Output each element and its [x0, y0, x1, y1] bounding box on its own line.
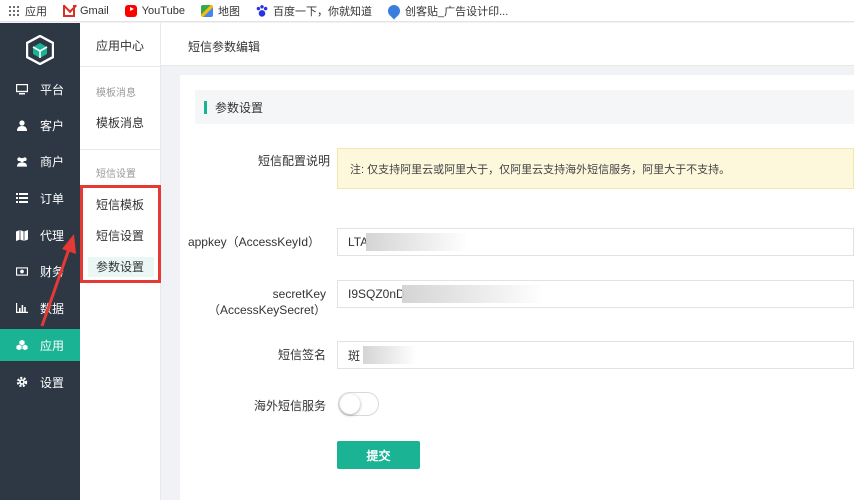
- list-icon: [16, 192, 28, 204]
- section-title: 参数设置: [215, 100, 264, 115]
- bookmark-maps[interactable]: 地图: [200, 3, 240, 19]
- money-icon: [16, 265, 28, 277]
- nav-item-settings[interactable]: 设置: [0, 366, 80, 398]
- submenu-divider: [80, 149, 160, 150]
- app-logo-icon[interactable]: [26, 35, 54, 65]
- overseas-label: 海外短信服务: [253, 399, 326, 413]
- breadcrumb: 短信参数编辑: [188, 40, 261, 54]
- apps-grid-icon: [8, 4, 20, 17]
- secret-label: secretKey （AccessKeySecret）: [207, 287, 326, 317]
- sign-label: 短信签名: [277, 348, 326, 362]
- nav-item-merchants[interactable]: 商户: [0, 145, 80, 177]
- nav-item-apps[interactable]: 应用: [0, 329, 80, 361]
- submenu-item-sms-template[interactable]: 短信模板: [88, 195, 154, 215]
- submenu-item-template-msg[interactable]: 模板消息: [88, 113, 154, 133]
- bookmark-youtube[interactable]: YouTube: [124, 4, 185, 17]
- notice-label: 短信配置说明: [257, 154, 330, 168]
- monitor-icon: [16, 83, 28, 95]
- submenu-group-sms: 短信设置: [96, 169, 136, 180]
- baidu-icon: [255, 4, 268, 17]
- youtube-icon: [124, 4, 137, 17]
- nav-item-customers[interactable]: 客户: [0, 109, 80, 141]
- notice-text: 注: 仅支持阿里云或阿里大于，仅阿里云支持海外短信服务，阿里大于不支持。: [350, 163, 731, 176]
- gear-icon: [16, 376, 28, 388]
- bookmark-baidu[interactable]: 百度一下，你就知道: [255, 3, 372, 19]
- submenu-item-sms-settings[interactable]: 短信设置: [88, 226, 154, 246]
- main-sidebar: 平台 客户 商户 订单 代理 财务 数据 应用 设置: [0, 23, 80, 500]
- secret-input[interactable]: [337, 280, 854, 308]
- nav-item-platform[interactable]: 平台: [0, 73, 80, 105]
- users-icon: [16, 155, 28, 167]
- map-icon: [16, 229, 28, 241]
- nav-item-orders[interactable]: 订单: [0, 182, 80, 214]
- maps-icon: [200, 4, 213, 17]
- bookmark-gmail[interactable]: Gmail: [63, 4, 109, 17]
- bookmarks-bar: 应用 Gmail YouTube 地图 百度一下，你就知道 创客贴_广告设计印.…: [0, 0, 854, 22]
- chuangkit-icon: [385, 2, 403, 19]
- content-header: 短信参数编辑: [161, 23, 854, 66]
- notice-box: 注: 仅支持阿里云或阿里大于，仅阿里云支持海外短信服务，阿里大于不支持。: [337, 148, 854, 189]
- submenu-item-params[interactable]: 参数设置: [88, 257, 154, 277]
- nav-item-data[interactable]: 数据: [0, 292, 80, 324]
- appkey-input[interactable]: [337, 228, 854, 256]
- section-header: 参数设置: [195, 90, 854, 124]
- bar-chart-icon: [16, 302, 28, 314]
- overseas-toggle[interactable]: [338, 392, 379, 416]
- submenu-divider: [80, 66, 160, 67]
- submenu-group-template-msg: 模板消息: [96, 88, 136, 99]
- submenu-title: 应用中心: [96, 39, 145, 53]
- user-icon: [16, 119, 28, 131]
- sign-input[interactable]: [337, 341, 854, 369]
- appkey-label: appkey（AccessKeyId）: [187, 235, 320, 249]
- bookmark-chuangkit[interactable]: 创客贴_广告设计印...: [385, 2, 508, 19]
- section-accent-bar: [204, 100, 207, 114]
- toggle-knob: [340, 394, 360, 414]
- bookmark-apps[interactable]: 应用: [8, 3, 47, 19]
- gmail-icon: [63, 4, 75, 17]
- secondary-menu: 应用中心 模板消息 模板消息 短信设置 短信模板 短信设置 参数设置: [80, 23, 161, 500]
- nav-item-agents[interactable]: 代理: [0, 219, 80, 251]
- nav-item-finance[interactable]: 财务: [0, 255, 80, 287]
- cubes-icon: [16, 339, 28, 351]
- form-panel: 参数设置 短信配置说明 注: 仅支持阿里云或阿里大于，仅阿里云支持海外短信服务，…: [180, 75, 854, 500]
- submit-button[interactable]: 提交: [337, 441, 420, 469]
